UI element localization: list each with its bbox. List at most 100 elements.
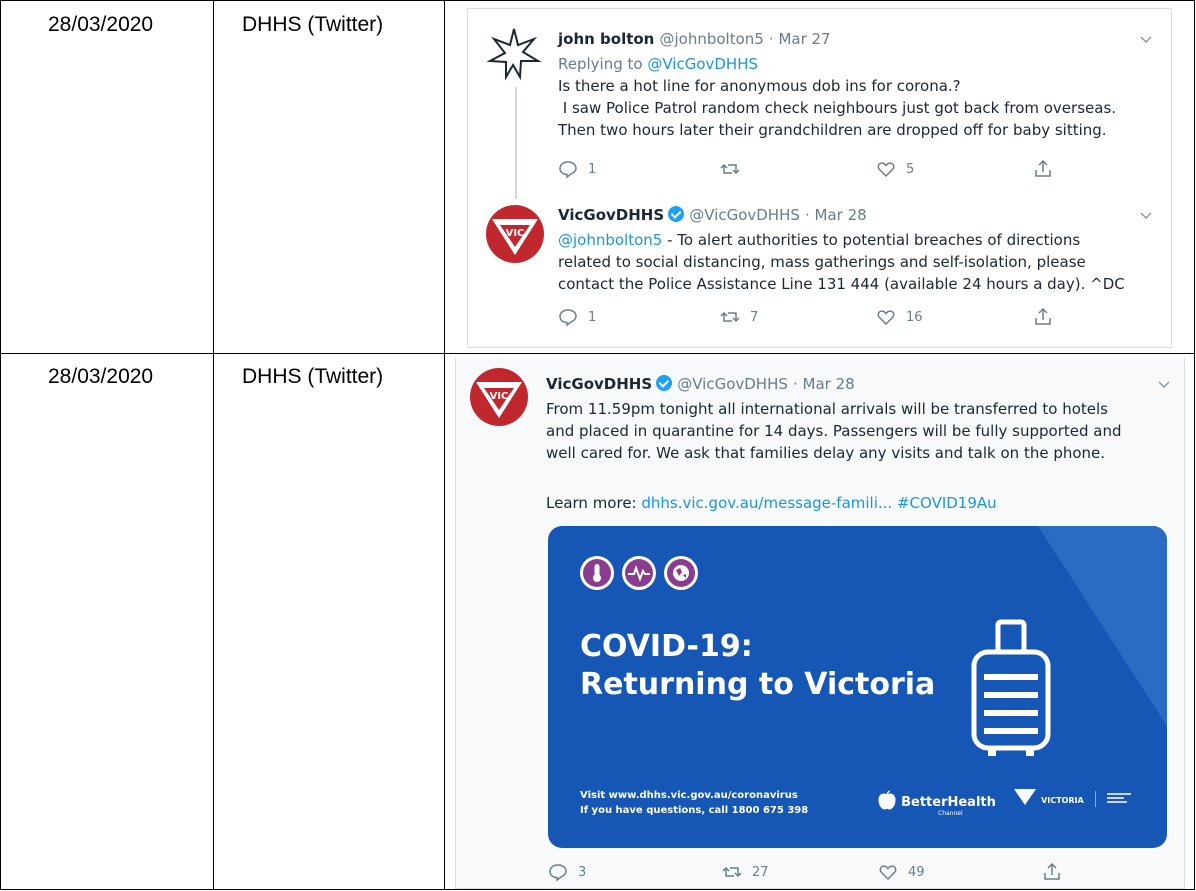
retweet-action[interactable]	[720, 159, 750, 179]
vicgov-avatar[interactable]: VIC	[486, 205, 544, 263]
text-line: - To alert authorities to potential brea…	[662, 231, 1081, 249]
replying-to-link[interactable]: @VicGovDHHS	[647, 55, 758, 73]
author-handle[interactable]: @VicGovDHHS	[677, 375, 788, 393]
replying-to-label: Replying to	[558, 55, 643, 73]
apple-icon	[878, 790, 896, 810]
timestamp[interactable]: · Mar 28	[793, 375, 855, 393]
betterhealth-sub: Channel	[938, 810, 963, 817]
learn-more-line: Learn more: dhhs.vic.gov.au/message-fami…	[546, 492, 997, 514]
column-divider	[213, 1, 214, 890]
retweet-icon	[720, 163, 740, 175]
reply-action[interactable]: 3	[548, 862, 586, 882]
svg-text:VIC: VIC	[506, 228, 525, 239]
author-name[interactable]: VicGovDHHS	[546, 375, 652, 393]
tweet-text: From 11.59pm tonight all international a…	[546, 398, 1122, 464]
globe-icon	[664, 556, 698, 590]
victoria-triangle-icon	[1014, 789, 1036, 805]
response-author-handle[interactable]: @VicGovDHHS	[689, 206, 800, 224]
reply-action[interactable]: 1	[558, 307, 596, 327]
like-count: 16	[906, 309, 923, 325]
learn-more-label: Learn more:	[546, 494, 642, 512]
card-title: COVID-19: Returning to Victoria	[580, 628, 935, 704]
verified-badge-icon	[668, 206, 685, 222]
verified-badge-icon	[656, 375, 673, 391]
victoria-logo: VICTORIA	[1014, 788, 1131, 807]
column-divider	[444, 1, 445, 890]
luggage-icon	[971, 619, 1051, 756]
thread-line	[515, 87, 517, 199]
row2-date: 28/03/2020	[48, 365, 154, 388]
text-line: I saw Police Patrol random check neighbo…	[558, 99, 1117, 117]
tweet-screenshot: VIC VicGovDHHS @VicGovDHHS · Mar 28 From…	[455, 358, 1185, 889]
reply-count: 1	[588, 161, 597, 177]
row1-date: 28/03/2020	[48, 13, 154, 36]
star-avatar-icon	[486, 28, 542, 81]
victoria-text: VICTORIA	[1041, 796, 1084, 805]
chevron-down-icon[interactable]	[1140, 33, 1152, 45]
row1-source: DHHS (Twitter)	[242, 13, 384, 36]
retweet-action[interactable]: 7	[720, 307, 758, 327]
tweet-thread-screenshot: john bolton @johnbolton5 · Mar 27 Replyi…	[467, 8, 1172, 348]
retweet-count: 7	[750, 309, 759, 325]
tweet-header: VicGovDHHS @VicGovDHHS · Mar 28	[546, 374, 855, 393]
mention-link[interactable]: @johnbolton5	[558, 231, 662, 249]
retweet-icon	[722, 866, 742, 878]
vic-logo-icon: VIC	[476, 382, 522, 418]
share-icon	[1044, 862, 1060, 880]
retweet-count: 27	[752, 864, 769, 880]
like-action[interactable]: 5	[876, 159, 914, 179]
share-icon	[1035, 307, 1051, 325]
heart-icon	[879, 865, 897, 881]
betterhealth-logo: BetterHealth Channel	[878, 790, 996, 817]
card-footer-line: If you have questions, call 1800 675 398	[580, 805, 809, 816]
learn-more-link[interactable]: dhhs.vic.gov.au/message-famili...	[641, 494, 892, 512]
share-action[interactable]	[1033, 307, 1053, 327]
heart-icon	[877, 310, 895, 326]
hashtag-link[interactable]: #COVID19Au	[897, 494, 997, 512]
text-line: and placed in quarantine for 14 days. Pa…	[546, 422, 1122, 440]
thermometer-icon	[580, 556, 614, 590]
response-timestamp[interactable]: · Mar 28	[805, 206, 867, 224]
reply-count: 1	[588, 309, 597, 325]
reply-icon	[559, 161, 577, 179]
heartbeat-icon	[622, 556, 656, 590]
reply-author-handle[interactable]: @johnbolton5	[659, 30, 763, 48]
department-mark	[1106, 791, 1131, 805]
heart-icon	[877, 162, 895, 178]
share-action[interactable]	[1042, 862, 1062, 882]
chevron-down-icon[interactable]	[1140, 209, 1152, 221]
text-line: contact the Police Assistance Line 131 4…	[558, 275, 1125, 293]
text-line: Then two hours later their grandchildren…	[558, 121, 1107, 139]
reply-tweet-header: john bolton @johnbolton5 · Mar 27	[558, 29, 831, 48]
reply-tweet-text: Is there a hot line for anonymous dob in…	[558, 75, 1116, 141]
response-tweet-text: @johnbolton5 - To alert authorities to p…	[558, 229, 1125, 295]
retweet-action[interactable]: 27	[722, 862, 769, 882]
text-line: From 11.59pm tonight all international a…	[546, 400, 1108, 418]
like-action[interactable]: 49	[878, 862, 925, 882]
row2-source: DHHS (Twitter)	[242, 365, 384, 388]
row-divider	[1, 353, 1194, 354]
reply-timestamp[interactable]: · Mar 27	[769, 30, 831, 48]
like-count: 5	[906, 161, 915, 177]
card-title-line: COVID-19:	[580, 629, 753, 664]
response-author-name[interactable]: VicGovDHHS	[558, 206, 664, 224]
card-footer-text: Visit www.dhhs.vic.gov.au/coronavirus If…	[580, 788, 808, 818]
reply-count: 3	[578, 864, 587, 880]
share-action[interactable]	[1033, 159, 1053, 179]
reply-action[interactable]: 1	[558, 159, 596, 179]
chevron-down-icon[interactable]	[1158, 378, 1170, 390]
vicgov-avatar[interactable]: VIC	[470, 368, 528, 426]
media-card[interactable]: COVID-19: Returning to Victoria Visit ww…	[548, 526, 1167, 848]
svg-text:VIC: VIC	[490, 391, 509, 402]
betterhealth-text: BetterHealth	[901, 795, 996, 810]
response-tweet-header: VicGovDHHS @VicGovDHHS · Mar 28	[558, 205, 867, 224]
text-line: related to social distancing, mass gathe…	[558, 253, 1086, 271]
reply-icon	[559, 309, 577, 327]
vic-logo-icon: VIC	[492, 219, 538, 255]
logo-divider	[1094, 791, 1096, 807]
share-icon	[1035, 159, 1051, 177]
like-count: 49	[908, 864, 925, 880]
like-action[interactable]: 16	[876, 307, 923, 327]
text-line: Is there a hot line for anonymous dob in…	[558, 77, 961, 95]
reply-author-name[interactable]: john bolton	[558, 30, 654, 48]
